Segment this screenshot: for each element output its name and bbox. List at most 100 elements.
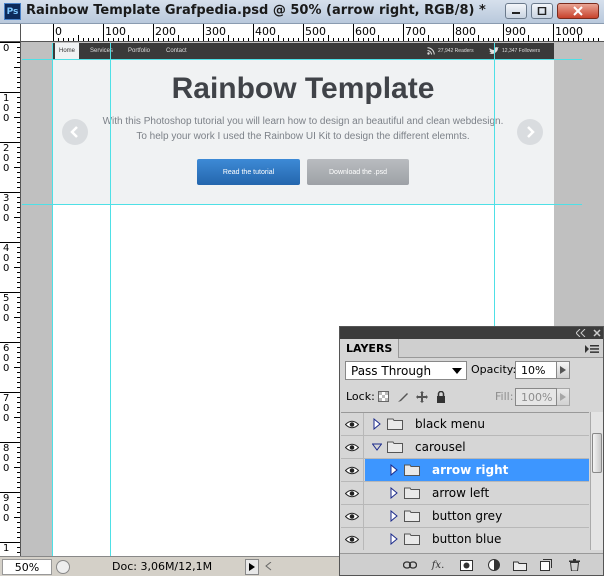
tab-layers[interactable]: LAYERS	[340, 339, 400, 358]
new-group-icon[interactable]	[512, 557, 528, 573]
expand-down-triangle-icon[interactable]	[372, 441, 382, 453]
layer-row[interactable]: arrow right	[341, 459, 589, 482]
ruler-minor-tick	[263, 38, 264, 41]
layer-content[interactable]: button grey	[365, 505, 589, 527]
expand-right-triangle-icon[interactable]	[389, 510, 399, 522]
eye-icon[interactable]	[341, 505, 364, 527]
guide-vertical[interactable]	[110, 43, 111, 556]
guide-horizontal[interactable]	[22, 59, 582, 60]
ruler-label: 300	[205, 25, 226, 38]
layer-row[interactable]: carousel	[341, 436, 589, 459]
panel-menu-icon[interactable]	[585, 344, 599, 354]
lock-position-icon[interactable]	[415, 390, 428, 403]
ruler-minor-tick	[558, 38, 559, 41]
ruler-minor-tick	[158, 38, 159, 41]
ruler-minor-tick	[17, 437, 20, 438]
ruler-minor-tick	[493, 38, 494, 41]
layer-name: button blue	[432, 532, 502, 546]
eye-icon[interactable]	[341, 436, 364, 458]
ruler-minor-tick	[17, 472, 20, 473]
layer-name: button grey	[432, 509, 503, 523]
minimize-button[interactable]	[505, 3, 527, 19]
lock-image-pixels-icon[interactable]	[396, 390, 409, 403]
layer-content[interactable]: button blue	[365, 528, 589, 550]
lock-label: Lock:	[346, 390, 375, 403]
eye-icon[interactable]	[341, 482, 364, 504]
ruler-minor-tick	[398, 38, 399, 41]
layer-row[interactable]: button blue	[341, 528, 589, 550]
folder-icon	[404, 510, 420, 522]
ruler-minor-tick	[17, 497, 20, 498]
ruler-minor-tick	[14, 367, 20, 368]
fill-slider-button[interactable]	[556, 388, 570, 406]
status-menu-button[interactable]	[245, 559, 259, 575]
photoshop-app-icon[interactable]: Ps	[4, 3, 21, 20]
ruler-minor-tick	[17, 172, 20, 173]
expand-right-triangle-icon[interactable]	[389, 487, 399, 499]
ruler-minor-tick	[17, 312, 20, 313]
ruler-minor-tick	[17, 107, 20, 108]
ruler-label: 700	[3, 393, 10, 424]
new-layer-icon[interactable]	[538, 557, 554, 573]
ruler-minor-tick	[413, 38, 414, 41]
add-mask-icon[interactable]	[458, 557, 474, 573]
ruler-minor-tick	[17, 377, 20, 378]
ruler-minor-tick	[433, 38, 434, 41]
zoom-level-field[interactable]: 50%	[2, 559, 52, 575]
ruler-minor-tick	[428, 35, 429, 41]
guide-horizontal[interactable]	[22, 204, 582, 205]
link-layers-icon[interactable]	[402, 557, 418, 573]
opacity-field[interactable]: 10%	[515, 361, 557, 379]
carousel-arrow-right	[517, 119, 543, 145]
layer-content[interactable]: arrow left	[365, 482, 589, 504]
layer-row[interactable]: button grey	[341, 505, 589, 528]
ruler-minor-tick	[333, 38, 334, 41]
ruler-minor-tick	[17, 502, 20, 503]
panel-close-icon[interactable]	[593, 329, 601, 337]
maximize-button[interactable]	[531, 3, 553, 19]
ruler-minor-tick	[148, 38, 149, 41]
ruler-minor-tick	[17, 222, 20, 223]
horizontal-scrollbar[interactable]	[262, 559, 338, 575]
layer-content[interactable]: arrow right	[365, 459, 589, 481]
blend-mode-select[interactable]: Pass Through	[345, 361, 467, 380]
layer-row[interactable]: arrow left	[341, 482, 589, 505]
layer-style-fx-icon[interactable]: fx.	[430, 557, 446, 573]
ruler-minor-tick	[17, 87, 20, 88]
layer-content[interactable]: black menu	[365, 413, 589, 435]
opacity-slider-button[interactable]	[556, 361, 570, 379]
expand-right-triangle-icon[interactable]	[389, 533, 399, 545]
eye-icon[interactable]	[341, 413, 364, 435]
eye-icon[interactable]	[341, 528, 364, 550]
adjustment-layer-icon[interactable]	[486, 557, 502, 573]
vertical-ruler[interactable]: 0 100 200 300 400 500 600 700 800 900 1	[0, 42, 21, 556]
collapse-panel-icon[interactable]	[576, 329, 586, 337]
guide-vertical[interactable]	[52, 43, 53, 556]
expand-right-triangle-icon[interactable]	[389, 464, 399, 476]
panel-header-strip[interactable]	[340, 327, 603, 339]
guide-vertical[interactable]	[494, 43, 495, 326]
document-info-icon[interactable]	[56, 560, 70, 574]
lock-all-icon[interactable]	[434, 390, 447, 403]
ruler-label: 800	[455, 25, 476, 38]
lock-transparent-pixels-icon[interactable]	[377, 390, 390, 403]
ruler-label: 100	[105, 25, 126, 38]
layer-content[interactable]: carousel	[365, 436, 589, 458]
eye-icon[interactable]	[341, 459, 364, 481]
layers-scrollbar-thumb[interactable]	[592, 433, 602, 473]
layers-scrollbar[interactable]	[590, 412, 603, 550]
ruler-major-tick	[403, 24, 404, 41]
ruler-minor-tick	[188, 38, 189, 41]
ruler-minor-tick	[17, 102, 20, 103]
layer-row[interactable]: black menu	[341, 413, 589, 436]
ruler-origin[interactable]	[0, 24, 21, 42]
ruler-minor-tick	[598, 38, 599, 41]
ruler-minor-tick	[17, 287, 20, 288]
fill-field[interactable]: 100%	[515, 388, 557, 406]
ruler-minor-tick	[143, 38, 144, 41]
close-button[interactable]	[557, 3, 599, 19]
trash-icon[interactable]	[566, 557, 582, 573]
horizontal-ruler[interactable]: 0 100 200 300 400 500 600 700 800 900 1000	[21, 24, 604, 42]
expand-right-triangle-icon[interactable]	[372, 418, 382, 430]
ruler-minor-tick	[518, 38, 519, 41]
